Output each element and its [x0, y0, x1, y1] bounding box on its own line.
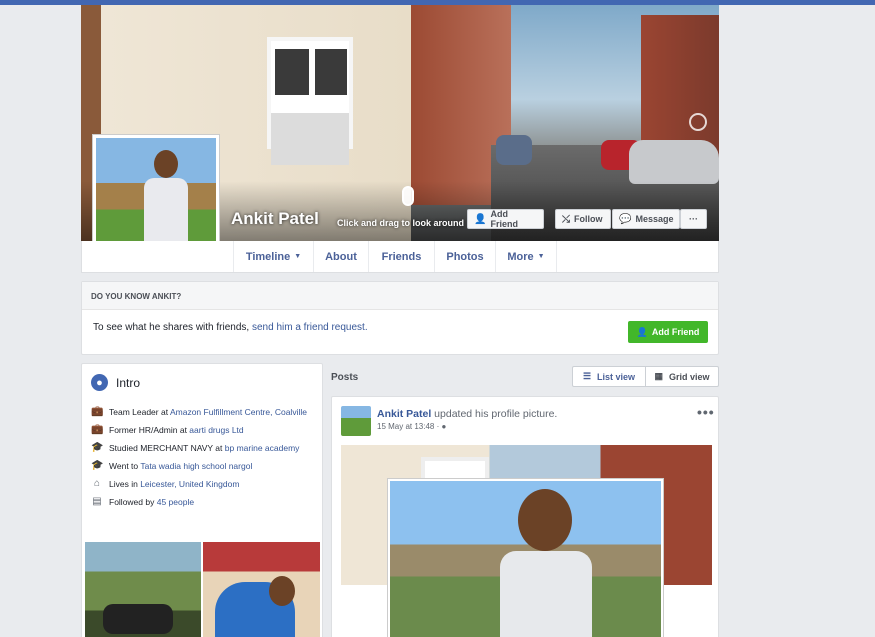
home-icon: ⌂: [93, 478, 101, 489]
intro-item: 💼 Team Leader at Amazon Fulfillment Cent…: [91, 406, 307, 417]
grid-view-button[interactable]: ▦ Grid view: [646, 367, 718, 386]
add-friend-icon: 👤: [474, 213, 487, 225]
followers-icon: ▤: [92, 496, 102, 507]
follow-button[interactable]: ⤯ Follow: [555, 209, 611, 229]
messenger-icon: 💬: [619, 213, 632, 225]
add-friend-green-button[interactable]: 👤 Add Friend: [628, 321, 708, 343]
post-header: Ankit Patel updated his profile picture.: [377, 408, 558, 420]
do-you-know-heading: DO YOU KNOW ANKIT?: [82, 282, 718, 310]
post-profile-image[interactable]: [387, 478, 664, 637]
intro-link[interactable]: Amazon Fulfillment Centre, Coalville: [170, 407, 307, 417]
more-options-button[interactable]: ···: [680, 209, 707, 229]
tab-about[interactable]: About: [313, 241, 368, 272]
post-meta: 15 May at 13:48 · ●: [377, 422, 446, 431]
post-author-link[interactable]: Ankit Patel: [377, 408, 431, 420]
intro-link[interactable]: aarti drugs Ltd: [189, 425, 243, 435]
globe-icon: ●: [91, 374, 108, 391]
briefcase-icon: 💼: [91, 424, 104, 435]
intro-link[interactable]: Leicester, United Kingdom: [140, 479, 239, 489]
message-label: Message: [635, 214, 674, 224]
intro-photo[interactable]: [203, 542, 320, 637]
grid-icon: ▦: [654, 371, 663, 381]
follow-label: Follow: [574, 214, 603, 224]
intro-item: ⌂ Lives in Leicester, United Kingdom: [91, 478, 316, 490]
message-button[interactable]: 💬 Message: [612, 209, 680, 229]
profile-name[interactable]: Ankit Patel: [231, 209, 319, 229]
graduation-cap-icon: 🎓: [91, 442, 104, 453]
list-icon: ☰: [582, 371, 592, 381]
do-you-know-text: To see what he shares with friends, send…: [93, 322, 368, 333]
profile-nav: Timeline ▼ About Friends Photos More ▼: [81, 241, 719, 273]
send-friend-request-link[interactable]: send him a friend request.: [252, 322, 368, 333]
intro-item: 💼 Former HR/Admin at aarti drugs Ltd: [91, 424, 244, 435]
add-friend-label: Add Friend: [490, 209, 518, 229]
briefcase-icon: 💼: [91, 406, 104, 417]
list-view-button[interactable]: ☰ List view: [573, 367, 646, 386]
intro-title: ● Intro: [91, 374, 140, 391]
do-you-know-box: DO YOU KNOW ANKIT? To see what he shares…: [81, 281, 719, 355]
mouse-drag-icon: [402, 186, 414, 206]
intro-item: ▤ Followed by 45 people: [92, 496, 195, 507]
tab-friends[interactable]: Friends: [368, 241, 434, 272]
panorama-icon: [689, 113, 707, 131]
globe-icon: ●: [441, 422, 447, 431]
view-toggle: ☰ List view ▦ Grid view: [572, 366, 719, 387]
add-friend-icon: 👤: [636, 326, 648, 337]
caret-down-icon: ▼: [537, 253, 545, 260]
add-friend-button[interactable]: 👤 Add Friend: [467, 209, 544, 229]
intro-link[interactable]: bp marine academy: [225, 443, 300, 453]
post-card: Ankit Patel updated his profile picture.…: [331, 396, 719, 637]
intro-card: ● Intro 💼 Team Leader at Amazon Fulfillm…: [81, 363, 323, 637]
intro-item: 🎓 Went to Tata wadia high school nargol: [91, 460, 253, 471]
tab-timeline[interactable]: Timeline ▼: [233, 241, 313, 272]
post-timestamp[interactable]: 15 May at 13:48 ·: [377, 422, 441, 431]
graduation-cap-icon: 🎓: [91, 460, 104, 471]
intro-photo[interactable]: [85, 542, 201, 637]
intro-link[interactable]: 45 people: [157, 497, 194, 507]
post-options-button[interactable]: •••: [697, 404, 715, 420]
intro-list: 💼 Team Leader at Amazon Fulfillment Cent…: [91, 406, 316, 514]
avatar[interactable]: [341, 406, 371, 436]
posts-heading: Posts: [331, 372, 359, 383]
tab-photos[interactable]: Photos: [434, 241, 495, 272]
cover-drag-hint: Click and drag to look around: [337, 218, 465, 228]
intro-link[interactable]: Tata wadia high school nargol: [140, 461, 252, 471]
rss-icon: ⤯: [562, 213, 570, 225]
caret-down-icon: ▼: [294, 253, 302, 260]
tab-more[interactable]: More ▼: [495, 241, 557, 272]
intro-item: 🎓 Studied MERCHANT NAVY at bp marine aca…: [91, 442, 300, 453]
